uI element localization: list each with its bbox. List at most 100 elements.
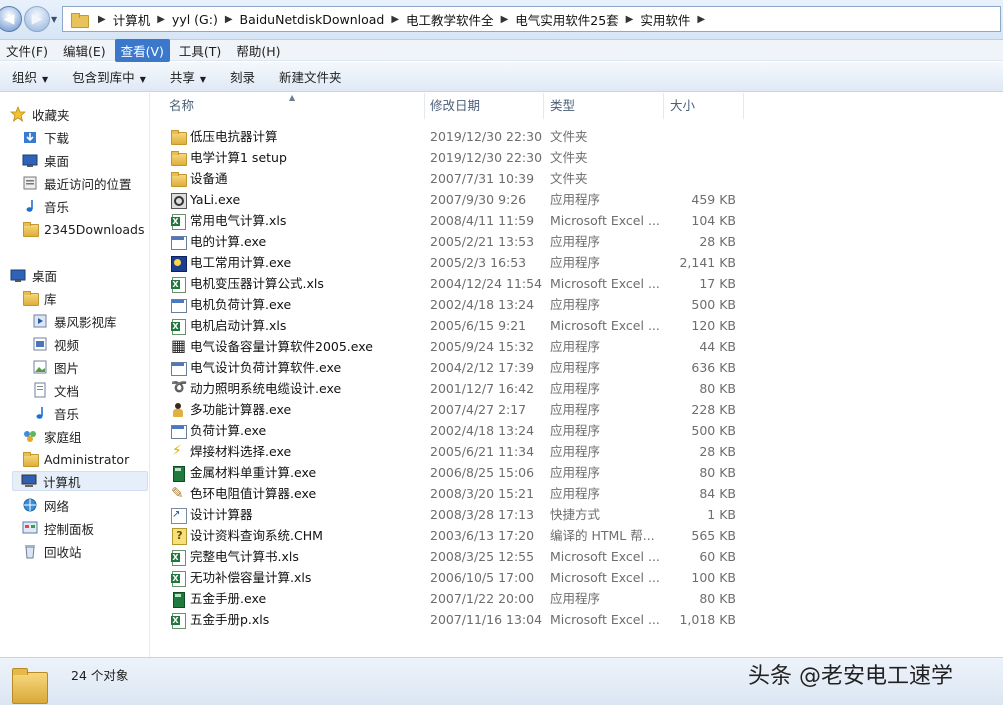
menu-edit[interactable]: 编辑(E)	[57, 39, 112, 62]
file-size: 1 KB	[707, 507, 736, 522]
exe-icon	[170, 360, 187, 376]
file-row[interactable]: 负荷计算.exe 2002/4/18 13:24 应用程序 500 KB	[151, 420, 751, 441]
column-date[interactable]: 修改日期	[424, 93, 544, 119]
exe-icon	[170, 234, 187, 250]
file-name: 电气设计负荷计算软件.exe	[190, 360, 342, 375]
nav-network[interactable]: 网络	[22, 495, 69, 515]
file-type: Microsoft Excel ...	[550, 570, 660, 585]
chevron-right-icon[interactable]: ▶	[157, 14, 165, 25]
file-row[interactable]: 无功补偿容量计算.xls 2006/10/5 17:00 Microsoft Exc…	[151, 567, 751, 588]
breadcrumb-practical[interactable]: 实用软件	[640, 10, 690, 29]
nav-administrator[interactable]: Administrator	[22, 449, 129, 469]
file-row[interactable]: 电机负荷计算.exe 2002/4/18 13:24 应用程序 500 KB	[151, 294, 751, 315]
nav-music[interactable]: 音乐	[32, 403, 79, 423]
nav-recent[interactable]: 最近访问的位置	[22, 173, 132, 193]
file-row[interactable]: 电机启动计算.xls 2005/6/15 9:21 Microsoft Excel …	[151, 315, 751, 336]
nav-control-panel-label: 控制面板	[44, 521, 95, 537]
chevron-right-icon[interactable]: ▶	[501, 14, 509, 25]
file-name: 电学计算1 setup	[190, 150, 287, 165]
organize-button[interactable]: 组织 ▼	[0, 67, 60, 86]
nav-video-label: 视频	[54, 337, 80, 353]
file-name: 电气设备容量计算软件2005.exe	[190, 339, 373, 354]
nav-recycle-bin[interactable]: 回收站	[22, 541, 82, 561]
file-row[interactable]: 电工常用计算.exe 2005/2/3 16:53 应用程序 2,141 KB	[151, 252, 751, 273]
include-in-library-button[interactable]: 包含到库中 ▼	[60, 67, 158, 86]
share-button[interactable]: 共享 ▼	[158, 67, 218, 86]
file-row[interactable]: 金属材料单重计算.exe 2006/8/25 15:06 应用程序 80 KB	[151, 462, 751, 483]
file-row[interactable]: 电气设备容量计算软件2005.exe 2005/9/24 15:32 应用程序 44 …	[151, 336, 751, 357]
recent-pages-dropdown-icon[interactable]: ▼	[51, 15, 57, 24]
file-size: 44 KB	[699, 339, 736, 354]
control-panel-icon	[22, 520, 38, 536]
file-row[interactable]: 多功能计算器.exe 2007/4/27 2:17 应用程序 228 KB	[151, 399, 751, 420]
file-row[interactable]: 焊接材料选择.exe 2005/6/21 11:34 应用程序 28 KB	[151, 441, 751, 462]
file-row[interactable]: 低压电抗器计算 2019/12/30 22:30 文件夹	[151, 126, 751, 147]
file-row[interactable]: 设备通 2007/7/31 10:39 文件夹	[151, 168, 751, 189]
menu-tools[interactable]: 工具(T)	[173, 39, 227, 62]
menu-view[interactable]: 查看(V)	[114, 38, 170, 62]
nav-desktop-fav[interactable]: 桌面	[22, 150, 69, 170]
nav-libraries[interactable]: 库	[22, 288, 57, 308]
nav-2345downloads[interactable]: 2345Downloads	[22, 219, 144, 239]
nav-desktop[interactable]: 桌面	[10, 265, 57, 285]
file-row[interactable]: 电机变压器计算公式.xls 2004/12/24 11:54 Microsoft E…	[151, 273, 751, 294]
chevron-right-icon[interactable]: ▶	[391, 14, 399, 25]
file-row[interactable]: 电气设计负荷计算软件.exe 2004/2/12 17:39 应用程序 636 KB	[151, 357, 751, 378]
file-type: 应用程序	[550, 423, 601, 438]
new-folder-button[interactable]: 新建文件夹	[267, 67, 354, 86]
breadcrumb-25sets[interactable]: 电气实用软件25套	[515, 10, 618, 29]
file-size: 565 KB	[691, 528, 736, 543]
nav-video[interactable]: 视频	[32, 334, 79, 354]
folder-icon	[170, 150, 187, 166]
file-type: Microsoft Excel ...	[550, 612, 660, 627]
file-row[interactable]: 设计计算器 2008/3/28 17:13 快捷方式 1 KB	[151, 504, 751, 525]
nav-homegroup[interactable]: 家庭组	[22, 426, 82, 446]
column-type[interactable]: 类型	[544, 93, 664, 119]
file-row[interactable]: 五金手册.exe 2007/1/22 20:00 应用程序 80 KB	[151, 588, 751, 609]
nav-storm-label: 暴风影视库	[54, 314, 117, 330]
file-name: YaLi.exe	[190, 192, 241, 207]
book-icon	[170, 465, 186, 482]
burn-button[interactable]: 刻录	[218, 67, 267, 86]
column-size[interactable]: 大小	[664, 93, 744, 119]
nav-documents[interactable]: 文档	[32, 380, 79, 400]
file-row[interactable]: YaLi.exe 2007/9/30 9:26 应用程序 459 KB	[151, 189, 751, 210]
file-type: 应用程序	[550, 297, 601, 312]
nav-favorites-label: 收藏夹	[32, 107, 70, 123]
file-name: 设计计算器	[190, 507, 253, 522]
exe-icon	[170, 423, 187, 439]
file-row[interactable]: 设计资料查询系统.CHM 2003/6/13 17:20 编译的 HTML 帮...…	[151, 525, 751, 546]
file-row[interactable]: 动力照明系统电缆设计.exe 2001/12/7 16:42 应用程序 80 KB	[151, 378, 751, 399]
file-row[interactable]: 色环电阻值计算器.exe 2008/3/20 15:21 应用程序 84 KB	[151, 483, 751, 504]
chevron-right-icon[interactable]: ▶	[626, 14, 634, 25]
forward-button[interactable]: ▶	[24, 6, 50, 32]
nav-downloads[interactable]: 下载	[22, 127, 69, 147]
nav-favorites[interactable]: 收藏夹	[9, 104, 70, 124]
chevron-right-icon[interactable]: ▶	[98, 14, 106, 25]
menu-file[interactable]: 文件(F)	[0, 39, 54, 62]
chevron-right-icon[interactable]: ▶	[225, 14, 233, 25]
breadcrumb-computer[interactable]: 计算机	[113, 10, 151, 29]
nav-computer[interactable]: 计算机	[12, 471, 148, 491]
breadcrumb-drive[interactable]: yyl (G:)	[172, 12, 218, 27]
nav-control-panel[interactable]: 控制面板	[22, 518, 94, 538]
breadcrumb-baidu[interactable]: BaiduNetdiskDownload	[240, 12, 385, 27]
file-name: 低压电抗器计算	[190, 129, 278, 144]
chevron-right-icon[interactable]: ▶	[697, 14, 705, 25]
file-row[interactable]: 常用电气计算.xls 2008/4/11 11:59 Microsoft Excel…	[151, 210, 751, 231]
file-row[interactable]: 电的计算.exe 2005/2/21 13:53 应用程序 28 KB	[151, 231, 751, 252]
nav-storm[interactable]: 暴风影视库	[32, 311, 117, 331]
breadcrumb-teaching[interactable]: 电工教学软件全	[406, 10, 494, 29]
file-type: Microsoft Excel ...	[550, 549, 660, 564]
column-name[interactable]: 名称	[163, 93, 425, 119]
file-date: 2008/3/28 17:13	[430, 507, 535, 522]
nav-pictures[interactable]: 图片	[32, 357, 79, 377]
breadcrumb[interactable]: ▶ 计算机 ▶ yyl (G:) ▶ BaiduNetdiskDownload …	[62, 6, 1001, 32]
file-row[interactable]: 五金手册p.xls 2007/11/16 13:04 Microsoft Excel…	[151, 609, 751, 630]
menu-help[interactable]: 帮助(H)	[230, 39, 286, 62]
back-button[interactable]: ◀	[0, 6, 22, 32]
file-row[interactable]: 完整电气计算书.xls 2008/3/25 12:55 Microsoft Exce…	[151, 546, 751, 567]
file-name: 负荷计算.exe	[190, 423, 267, 438]
nav-music-fav[interactable]: 音乐	[22, 196, 69, 216]
file-row[interactable]: 电学计算1 setup 2019/12/30 22:30 文件夹	[151, 147, 751, 168]
